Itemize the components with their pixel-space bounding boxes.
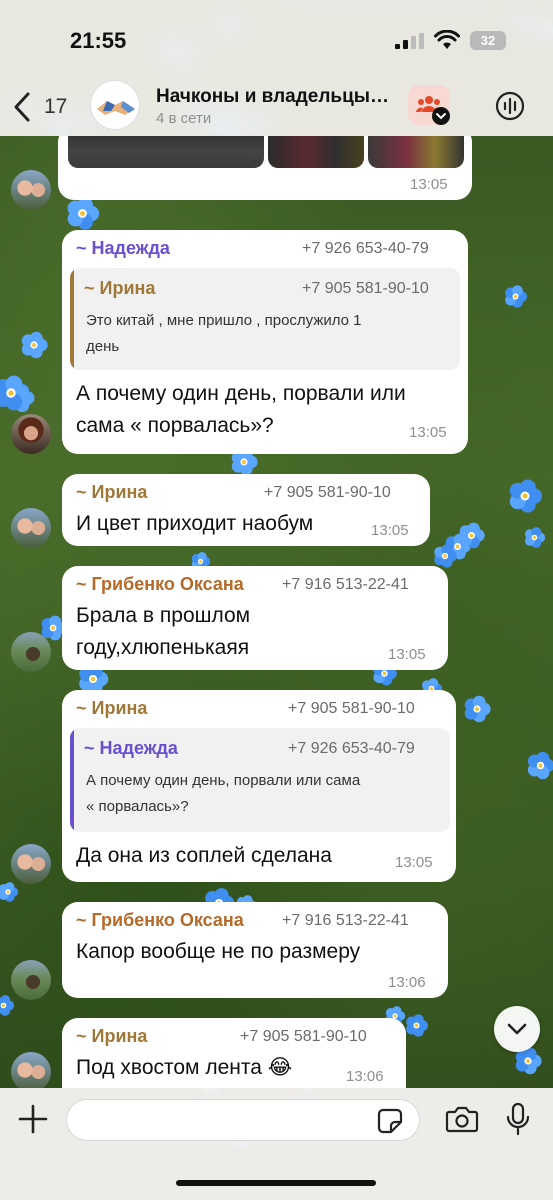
quote-sender-phone: +7 905 581-90-10 [302, 280, 429, 297]
avatar-irina[interactable] [11, 508, 51, 548]
voice-chat-icon [495, 91, 525, 121]
photo-message[interactable]: 13:05 [58, 136, 472, 200]
sender-name[interactable]: ~ Грибенко Оксана [76, 910, 244, 931]
sender-name[interactable]: ~ Надежда [76, 238, 170, 259]
sticker-icon [377, 1108, 403, 1134]
photo-thumbnail[interactable] [368, 136, 464, 168]
community-dropdown[interactable] [432, 107, 450, 125]
quote-text: А почему один день, порвали или сама [86, 772, 361, 789]
sender-phone[interactable]: +7 916 513-22-41 [282, 912, 409, 930]
message-text: сама « порвалась»? [76, 414, 274, 437]
quote-text: « порвалась»? [86, 798, 189, 815]
avatar-irina[interactable] [11, 1052, 51, 1088]
photo-thumbnail[interactable] [268, 136, 364, 168]
message-time: 13:05 [395, 854, 433, 871]
cellular-signal-icon [395, 33, 424, 49]
message-time: 13:05 [409, 424, 447, 441]
microphone-button[interactable] [505, 1102, 531, 1136]
message-bubble[interactable]: ~ Ирина +7 905 581-90-10 И цвет приходит… [62, 474, 430, 546]
sender-phone[interactable]: +7 905 581-90-10 [240, 1028, 367, 1046]
quote-sender-phone: +7 926 653-40-79 [288, 740, 415, 757]
message-bubble[interactable]: ~ Надежда +7 926 653-40-79 ~ Ирина +7 90… [62, 230, 468, 454]
camera-icon [445, 1106, 479, 1133]
battery-icon: 32 [470, 31, 506, 50]
status-time: 21:55 [70, 28, 127, 53]
message-text: А почему один день, порвали или [76, 382, 406, 405]
avatar-irina[interactable] [11, 170, 51, 210]
quote-text: день [86, 338, 120, 355]
sender-phone[interactable]: +7 916 513-22-41 [282, 576, 409, 594]
sender-name[interactable]: ~ Ирина [76, 1026, 147, 1047]
photo-thumbnail[interactable] [68, 136, 264, 168]
chevron-down-icon [507, 1023, 527, 1035]
message-text: Да она из соплей сделана [76, 844, 332, 867]
message-text: году,хлюпенькаяя [76, 636, 250, 659]
avatar-oksana[interactable] [11, 632, 51, 672]
sender-name[interactable]: ~ Ирина [76, 482, 147, 503]
avatar-irina[interactable] [11, 844, 51, 884]
microphone-icon [506, 1102, 530, 1136]
scroll-to-bottom-button[interactable] [494, 1006, 540, 1052]
message-text: Брала в прошлом [76, 604, 251, 627]
back-chevron-icon [14, 92, 30, 122]
quote-sender-name: ~ Надежда [84, 738, 178, 758]
reply-quote[interactable]: ~ Надежда +7 926 653-40-79 А почему один… [70, 728, 450, 832]
sender-name[interactable]: ~ Грибенко Оксана [76, 574, 244, 595]
avatar-oksana[interactable] [11, 960, 51, 1000]
online-status[interactable]: 4 в сети [156, 110, 211, 127]
quote-text: Это китай , мне пришло , прослужило 1 [86, 312, 362, 329]
message-list[interactable]: 13:05 ~ Надежда +7 926 653-40-79 ~ Ирина… [0, 136, 553, 1088]
sender-phone[interactable]: +7 905 581-90-10 [288, 700, 415, 718]
quote-sender-name: ~ Ирина [84, 278, 156, 298]
camera-button[interactable] [445, 1104, 479, 1134]
wifi-icon [434, 30, 460, 49]
handshake-icon [97, 101, 135, 115]
sender-phone[interactable]: +7 905 581-90-10 [264, 484, 391, 502]
sender-name[interactable]: ~ Ирина [76, 698, 147, 719]
message-bubble[interactable]: ~ Ирина +7 905 581-90-10 Под хвостом лен… [62, 1018, 406, 1088]
message-bubble[interactable]: ~ Грибенко Оксана +7 916 513-22-41 Капор… [62, 902, 448, 998]
message-text: Капор вообще не по размеру [76, 940, 361, 963]
avatar-nadezhda[interactable] [11, 414, 51, 454]
message-time: 13:06 [388, 974, 426, 991]
message-time: 13:05 [388, 646, 426, 663]
voice-chat-button[interactable] [495, 91, 525, 121]
chat-header: 21:55 32 17 Начконы и владельцы… 4 в сет… [0, 0, 553, 136]
composer-bar [0, 1088, 553, 1200]
message-time: 13:05 [371, 522, 409, 539]
message-time: 13:06 [346, 1068, 384, 1085]
message-bubble[interactable]: ~ Ирина +7 905 581-90-10 ~ Надежда +7 92… [62, 690, 456, 882]
reply-quote[interactable]: ~ Ирина +7 905 581-90-10 Это китай , мне… [70, 268, 460, 370]
sender-phone[interactable]: +7 926 653-40-79 [302, 240, 429, 258]
message-input[interactable] [66, 1099, 420, 1141]
chat-title[interactable]: Начконы и владельцы… [156, 86, 406, 108]
sticker-button[interactable] [377, 1108, 403, 1134]
plus-icon [18, 1104, 48, 1134]
message-text: И цвет приходит наобум [76, 512, 314, 535]
message-bubble[interactable]: ~ Грибенко Оксана +7 916 513-22-41 Брала… [62, 566, 448, 670]
group-avatar[interactable] [90, 80, 140, 130]
message-time: 13:05 [410, 176, 448, 193]
home-indicator [176, 1180, 376, 1186]
chevron-down-icon [436, 113, 446, 120]
message-text: Под хвостом лента 😂 [76, 1056, 293, 1079]
attach-button[interactable] [16, 1102, 50, 1136]
unread-count[interactable]: 17 [44, 95, 67, 119]
battery-level: 32 [480, 33, 496, 48]
